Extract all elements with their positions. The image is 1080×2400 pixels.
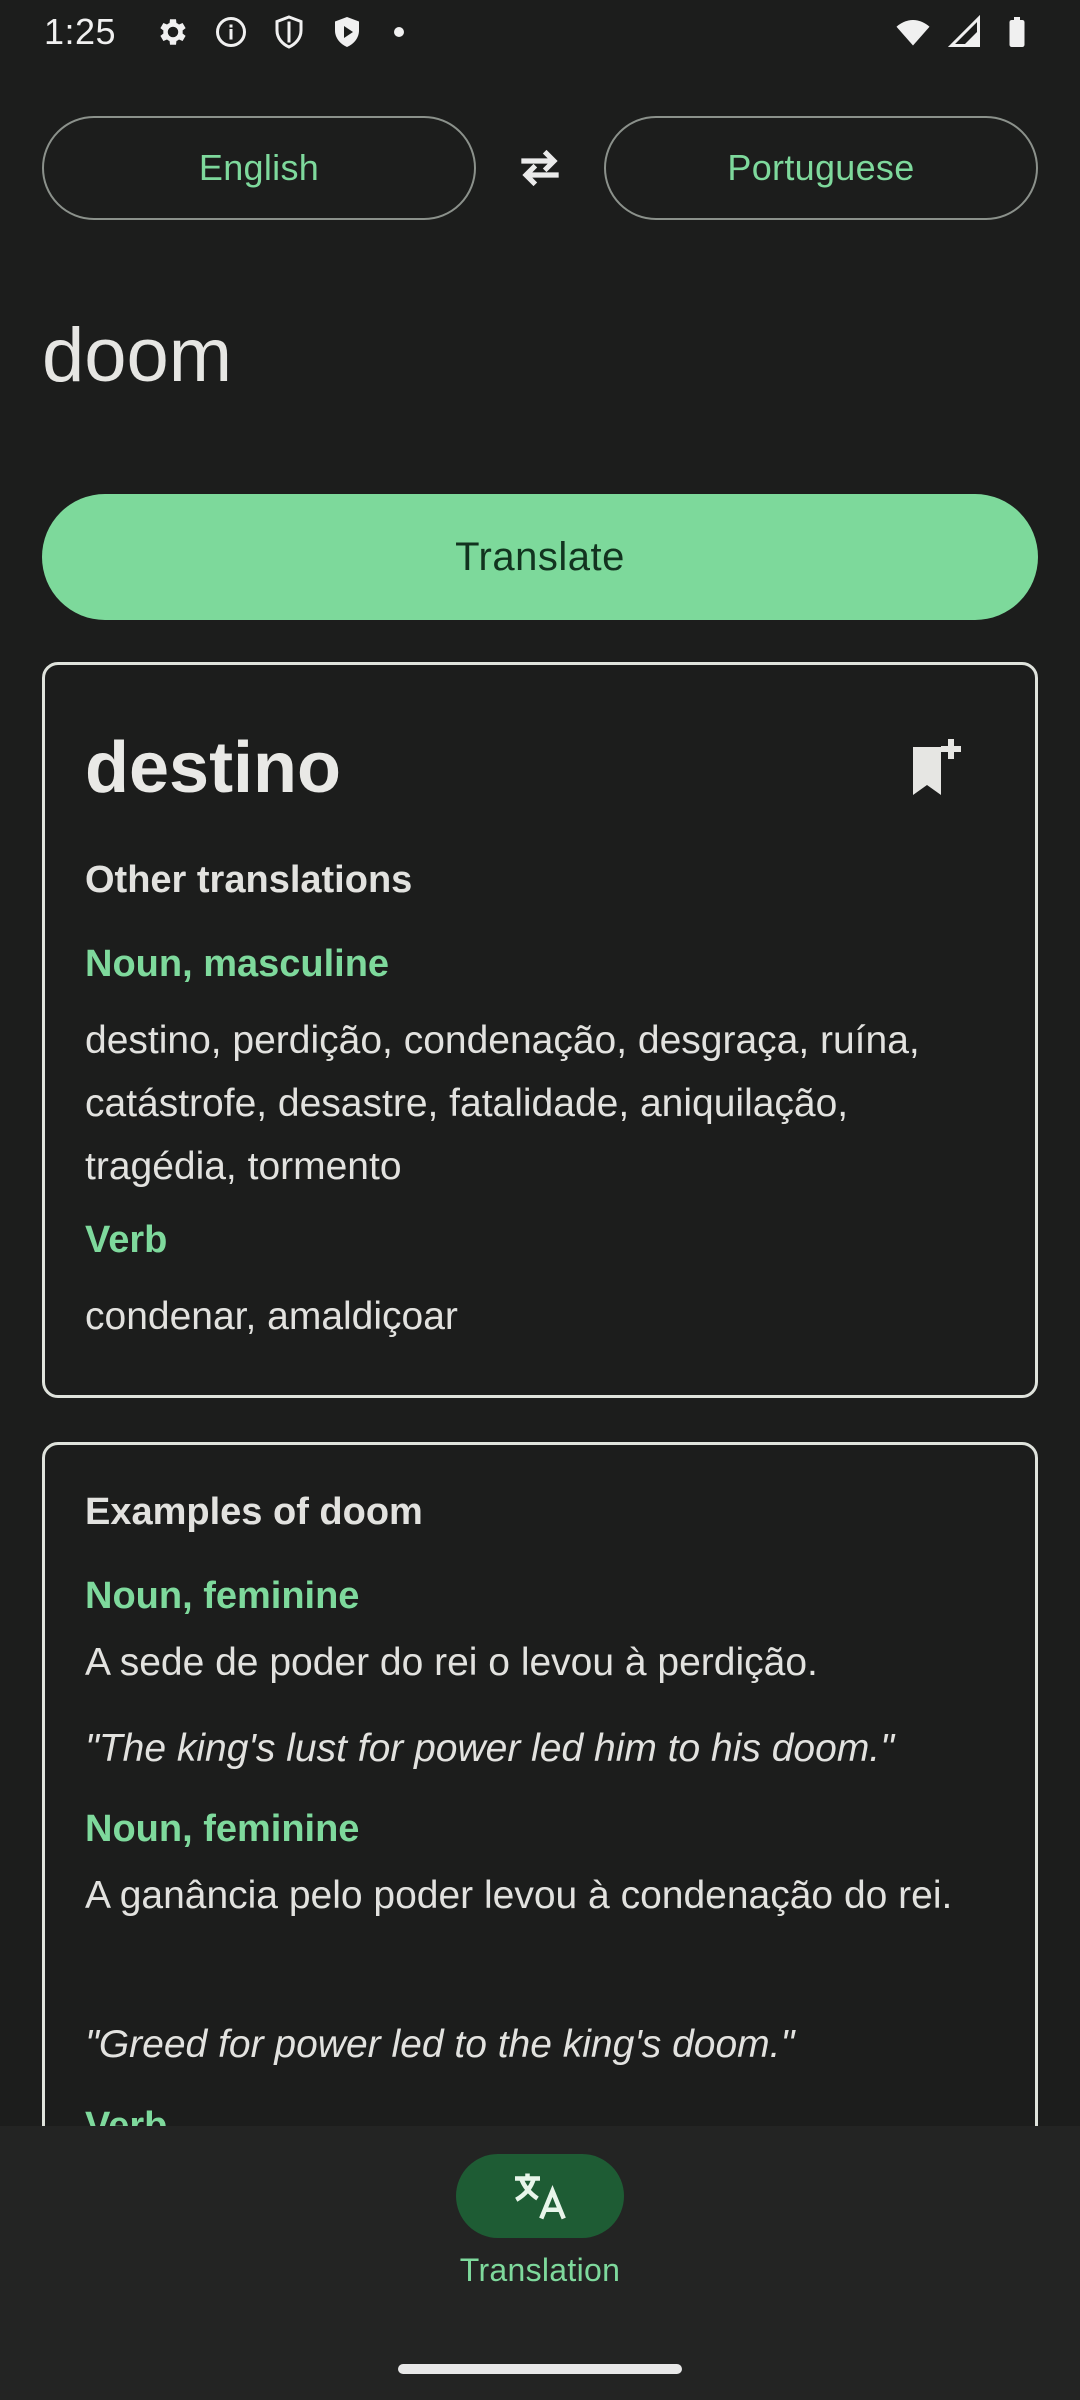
example-source-sentence: A ganância pelo poder levou à condenação…	[85, 1874, 953, 1917]
swap-languages-button[interactable]	[476, 116, 604, 220]
play-shield-icon	[328, 13, 366, 51]
examples-heading: Examples of doom	[85, 1491, 423, 1534]
translation-screen: 1:25 English Portuguese doom Translate d…	[0, 0, 1080, 2400]
other-translations-heading: Other translations	[85, 859, 413, 901]
bottom-navigation: Translation	[0, 2126, 1080, 2400]
translate-icon	[515, 2173, 566, 2220]
bookmark-add-icon	[913, 739, 961, 795]
examples-heading-prefix: Examples of	[85, 1491, 320, 1533]
language-selector-row: English Portuguese	[42, 116, 1038, 220]
example-english-sentence: "Greed for power led to the king's doom.…	[85, 2023, 795, 2066]
translation-list: destino, perdição, condenação, desgraça,…	[85, 1019, 920, 1188]
notification-dot-icon	[394, 27, 405, 37]
nav-active-indicator	[456, 2154, 624, 2238]
nav-item-translation[interactable]: Translation	[440, 2154, 640, 2314]
nav-label-translation: Translation	[459, 2252, 621, 2288]
source-text-input[interactable]: doom	[42, 312, 232, 399]
example-pos-label: Noun, feminine	[85, 1575, 360, 1617]
bookmark-add-button[interactable]	[907, 735, 963, 799]
shield-icon	[270, 13, 308, 51]
settings-icon	[154, 13, 192, 51]
source-language-button[interactable]: English	[42, 116, 476, 220]
status-left: 1:25	[44, 11, 405, 53]
translation-result-card: destino Other translations Noun, masculi…	[42, 662, 1038, 1398]
swap-arrows-icon	[521, 149, 559, 187]
battery-icon	[998, 13, 1036, 51]
example-pos-label: Noun, feminine	[85, 1808, 360, 1850]
signal-icon	[946, 13, 984, 51]
examples-heading-word: doom	[319, 1491, 423, 1533]
example-source-sentence: A sede de poder do rei o levou à perdiçã…	[85, 1641, 818, 1684]
pos-label: Noun, masculine	[85, 943, 390, 985]
translation-list: condenar, amaldiçoar	[85, 1295, 458, 1338]
status-bar: 1:25	[0, 0, 1080, 64]
main-translation: destino	[85, 728, 342, 808]
info-icon	[212, 13, 250, 51]
wifi-icon	[894, 13, 932, 51]
home-gesture-bar[interactable]	[398, 2364, 682, 2374]
target-language-button[interactable]: Portuguese	[604, 116, 1038, 220]
status-time: 1:25	[44, 11, 117, 52]
pos-label: Verb	[85, 1219, 168, 1261]
status-right	[894, 13, 1036, 51]
translate-button[interactable]: Translate	[42, 494, 1038, 620]
example-english-sentence: "The king's lust for power led him to hi…	[85, 1727, 894, 1770]
